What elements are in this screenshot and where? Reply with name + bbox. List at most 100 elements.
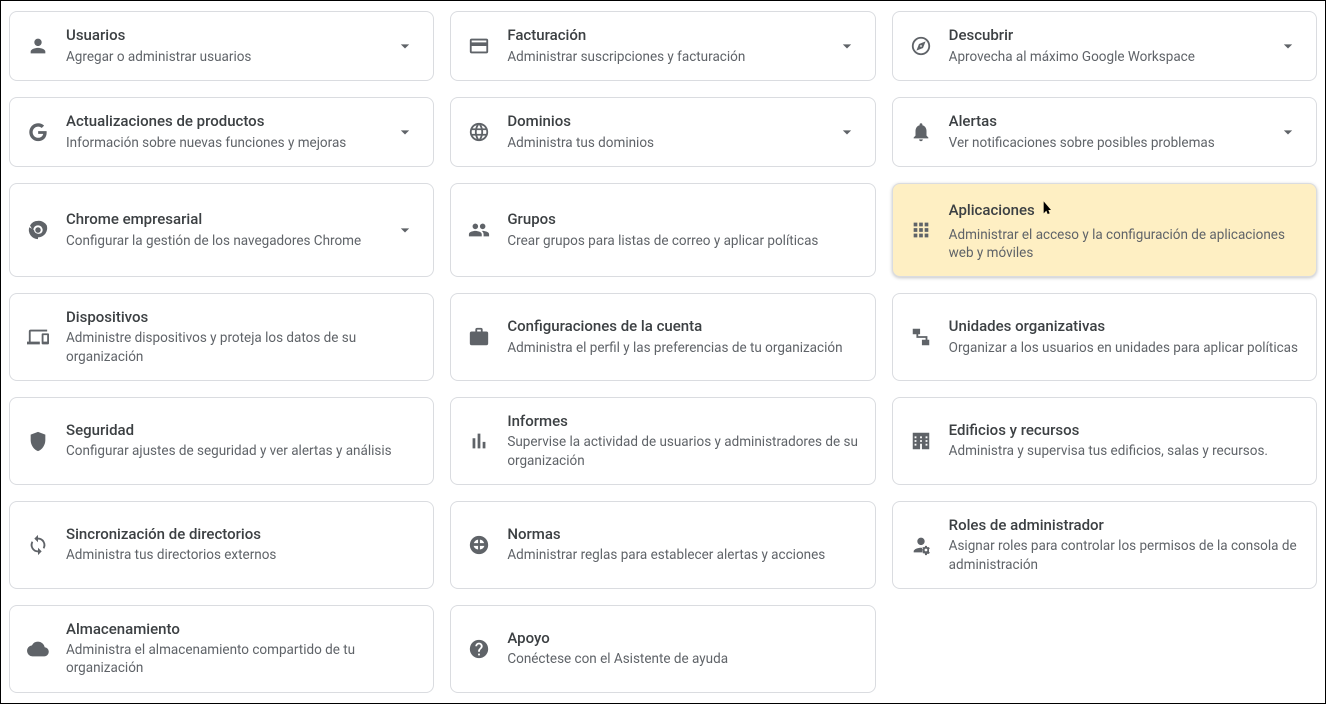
card-title-text: Normas	[507, 525, 560, 545]
card-text: ApoyoConéctese con el Asistente de ayuda	[507, 629, 858, 669]
user-icon	[26, 34, 50, 58]
card-text: NormasAdministrar reglas para establecer…	[507, 525, 858, 565]
card-title: Normas	[507, 525, 858, 545]
card-discover[interactable]: Descubrir Aprovecha al máximo Google Work…	[892, 11, 1317, 81]
card-icon	[467, 34, 491, 58]
card-title-text: Chrome empresarial	[66, 210, 202, 230]
card-devices[interactable]: DispositivosAdministre dispositivos y pr…	[9, 293, 434, 381]
card-title-text: Almacenamiento	[66, 620, 180, 640]
card-buildings[interactable]: Edificios y recursosAdministra y supervi…	[892, 397, 1317, 485]
card-description: Información sobre nuevas funciones y mej…	[66, 134, 377, 152]
chevron-down-icon[interactable]	[1276, 120, 1300, 144]
shield-icon	[26, 429, 50, 453]
card-text: SeguridadConfigurar ajustes de seguridad…	[66, 421, 417, 461]
card-text: Unidades organizativas Organizar a los us…	[949, 317, 1300, 357]
card-title: Grupos	[507, 210, 858, 230]
card-text: AlertasVer notificaciones sobre posibles…	[949, 112, 1260, 152]
card-text: Descubrir Aprovecha al máximo Google Work…	[949, 26, 1260, 66]
card-description: Administra tus directorios externos	[66, 546, 417, 564]
card-text: Chrome empresarial Configurar la gestión …	[66, 210, 377, 250]
card-title-text: Unidades organizativas	[949, 317, 1105, 337]
card-text: Dominios Administra tus dominios	[507, 112, 818, 152]
card-reports[interactable]: InformesSupervise la actividad de usuari…	[450, 397, 875, 485]
card-description: Organizar a los usuarios en unidades par…	[949, 339, 1300, 357]
card-description: Configurar ajustes de seguridad y ver al…	[66, 442, 417, 460]
card-chrome[interactable]: Chrome empresarial Configurar la gestión …	[9, 183, 434, 277]
card-description: Crear grupos para listas de correo y apl…	[507, 232, 858, 250]
bars-icon	[467, 429, 491, 453]
admin-icon	[909, 533, 933, 557]
card-apps[interactable]: AplicacionesAdministrar el acceso y la c…	[892, 183, 1317, 277]
card-title: Sincronización de directorios	[66, 525, 417, 545]
card-support[interactable]: ApoyoConéctese con el Asistente de ayuda	[450, 605, 875, 693]
card-title-text: Actualizaciones de productos	[66, 112, 264, 132]
card-title-text: Grupos	[507, 210, 556, 230]
card-directory-sync[interactable]: Sincronización de directoriosAdministra …	[9, 501, 434, 589]
card-description: Administra y supervisa tus edificios, sa…	[949, 442, 1300, 460]
card-title-text: Dispositivos	[66, 308, 148, 328]
chevron-down-icon[interactable]	[1276, 34, 1300, 58]
card-domains[interactable]: Dominios Administra tus dominios	[450, 97, 875, 167]
card-alerts[interactable]: AlertasVer notificaciones sobre posibles…	[892, 97, 1317, 167]
card-product-updates[interactable]: Actualizaciones de productos Información …	[9, 97, 434, 167]
chevron-down-icon[interactable]	[393, 34, 417, 58]
card-title: Edificios y recursos	[949, 421, 1300, 441]
card-description: Administrar suscripciones y facturación	[507, 48, 818, 66]
briefcase-icon	[467, 325, 491, 349]
card-account-settings[interactable]: Configuraciones de la cuentaAdministra e…	[450, 293, 875, 381]
chevron-down-icon[interactable]	[393, 218, 417, 242]
card-security[interactable]: SeguridadConfigurar ajustes de seguridad…	[9, 397, 434, 485]
card-title-text: Descubrir	[949, 26, 1014, 46]
card-text: UsuariosAgregar o administrar usuarios	[66, 26, 377, 66]
card-title-text: Apoyo	[507, 629, 549, 649]
card-org-units[interactable]: Unidades organizativas Organizar a los us…	[892, 293, 1317, 381]
card-title: Chrome empresarial	[66, 210, 377, 230]
card-title: Seguridad	[66, 421, 417, 441]
card-title: Configuraciones de la cuenta	[507, 317, 858, 337]
card-title: Usuarios	[66, 26, 377, 46]
card-title-text: Seguridad	[66, 421, 134, 441]
card-title-text: Usuarios	[66, 26, 125, 46]
card-billing[interactable]: Facturación Administrar suscripciones y f…	[450, 11, 875, 81]
cloud-icon	[26, 637, 50, 661]
pointer-cursor-icon	[1039, 198, 1055, 224]
card-users[interactable]: UsuariosAgregar o administrar usuarios	[9, 11, 434, 81]
orgunits-icon	[909, 325, 933, 349]
card-title-text: Roles de administrador	[949, 516, 1104, 536]
card-title-text: Dominios	[507, 112, 571, 132]
compass-icon	[909, 34, 933, 58]
bell-icon	[909, 120, 933, 144]
card-storage[interactable]: AlmacenamientoAdministra el almacenamien…	[9, 605, 434, 693]
help-icon	[467, 637, 491, 661]
globe-icon	[467, 120, 491, 144]
card-description: Asignar roles para controlar los permiso…	[949, 537, 1300, 573]
chevron-down-icon[interactable]	[835, 120, 859, 144]
card-text: Facturación Administrar suscripciones y f…	[507, 26, 818, 66]
card-description: Administrar el acceso y la configuración…	[949, 226, 1300, 262]
card-description: Configurar la gestión de los navegadores…	[66, 232, 377, 250]
google-icon	[26, 120, 50, 144]
chrome-icon	[26, 218, 50, 242]
card-title: Roles de administrador	[949, 516, 1300, 536]
wheel-icon	[467, 533, 491, 557]
card-rules[interactable]: NormasAdministrar reglas para establecer…	[450, 501, 875, 589]
card-title-text: Facturación	[507, 26, 586, 46]
card-description: Administrar reglas para establecer alert…	[507, 546, 858, 564]
card-description: Administre dispositivos y proteja los da…	[66, 329, 417, 365]
card-title: Facturación	[507, 26, 818, 46]
apps-icon	[909, 218, 933, 242]
card-text: Sincronización de directoriosAdministra …	[66, 525, 417, 565]
groups-icon	[467, 218, 491, 242]
chevron-down-icon[interactable]	[393, 120, 417, 144]
card-title: Informes	[507, 412, 858, 432]
chevron-down-icon[interactable]	[835, 34, 859, 58]
card-title: Dominios	[507, 112, 818, 132]
card-groups[interactable]: Grupos Crear grupos para listas de correo…	[450, 183, 875, 277]
card-title: Almacenamiento	[66, 620, 417, 640]
card-admin-roles[interactable]: Roles de administradorAsignar roles para…	[892, 501, 1317, 589]
card-title-text: Alertas	[949, 112, 997, 132]
card-description: Aprovecha al máximo Google Workspace	[949, 48, 1260, 66]
card-description: Administra tus dominios	[507, 134, 818, 152]
card-description: Supervise la actividad de usuarios y adm…	[507, 433, 858, 469]
card-text: AplicacionesAdministrar el acceso y la c…	[949, 198, 1300, 262]
